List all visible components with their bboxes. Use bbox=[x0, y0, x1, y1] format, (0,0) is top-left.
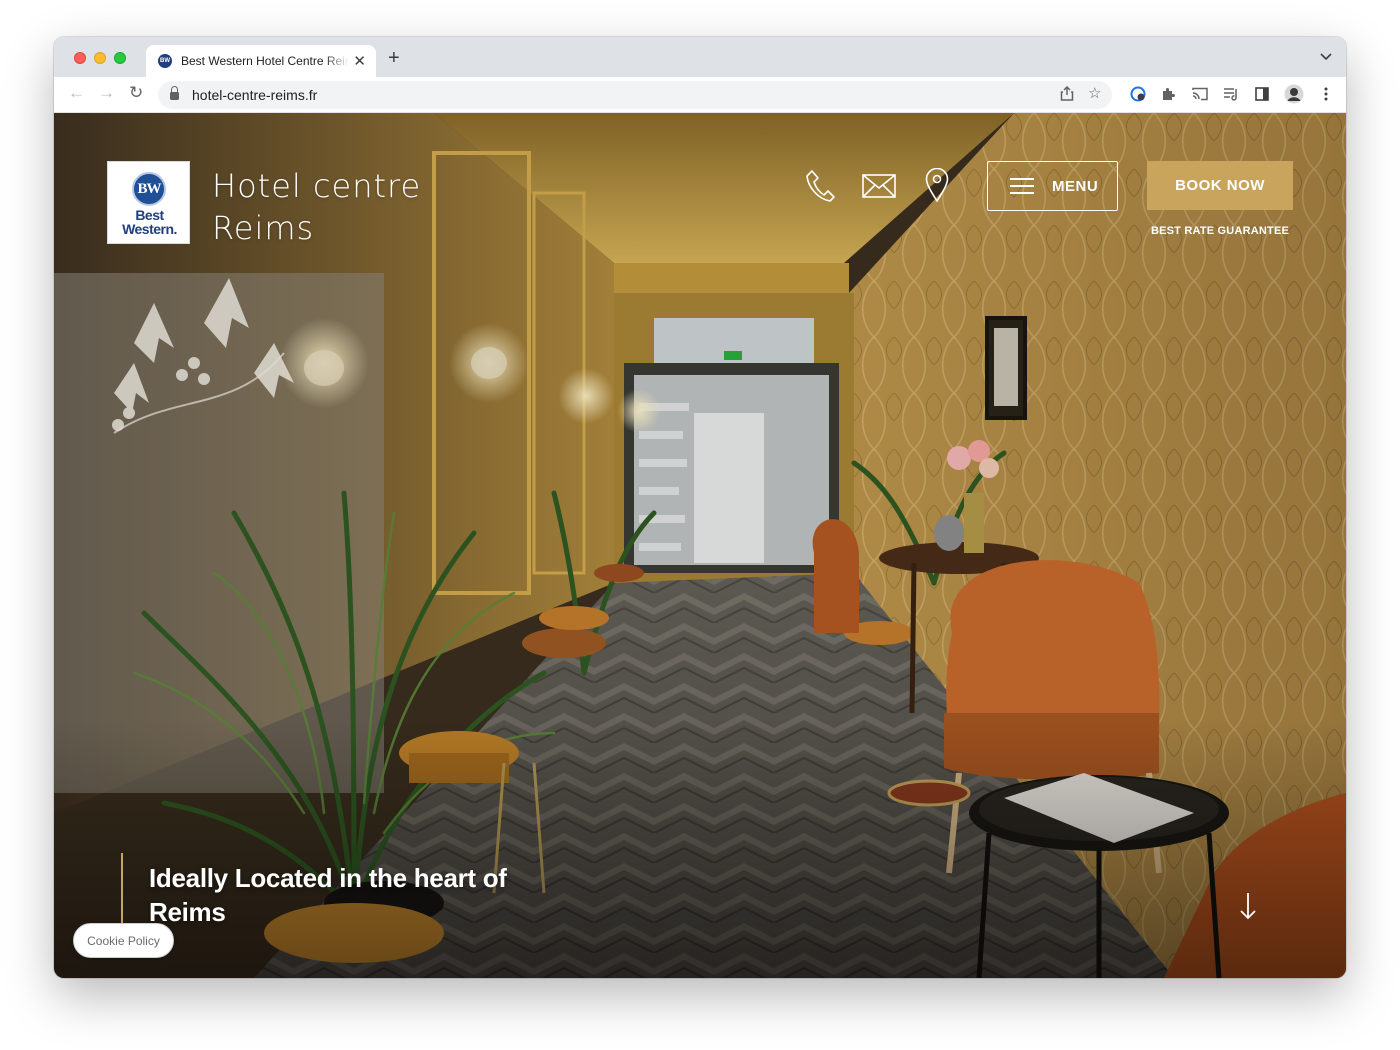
cookie-policy-button[interactable]: Cookie Policy bbox=[73, 923, 174, 958]
reload-icon[interactable]: ↻ bbox=[129, 84, 143, 101]
browser-window: BW Best Western Hotel Centre Reims ✕ + ←… bbox=[54, 37, 1346, 978]
tab-title: Best Western Hotel Centre Reims bbox=[181, 54, 350, 68]
window-maximize-button[interactable] bbox=[114, 52, 126, 64]
cast-icon[interactable] bbox=[1192, 86, 1208, 102]
url-text[interactable]: hotel-centre-reims.fr bbox=[192, 87, 317, 103]
map-pin-icon[interactable] bbox=[925, 167, 949, 207]
media-queue-icon[interactable] bbox=[1223, 86, 1239, 102]
tab-strip: BW Best Western Hotel Centre Reims ✕ + bbox=[54, 37, 1346, 77]
tab-search-chevron-icon[interactable] bbox=[1320, 50, 1332, 64]
menu-label: MENU bbox=[1052, 177, 1099, 195]
hotel-homepage: BW Best Western. Hotel centre Reims MENU bbox=[54, 113, 1346, 978]
best-western-logo[interactable]: BW Best Western. bbox=[107, 161, 190, 244]
extensions-puzzle-icon[interactable] bbox=[1161, 86, 1177, 102]
bw-badge: BW bbox=[132, 172, 166, 206]
phone-icon[interactable] bbox=[804, 169, 836, 208]
hamburger-icon bbox=[1010, 177, 1034, 195]
share-icon[interactable] bbox=[1060, 85, 1074, 104]
logo-wordmark: Best Western. bbox=[122, 207, 177, 237]
forward-arrow-icon[interactable]: → bbox=[98, 84, 115, 101]
side-panel-icon[interactable] bbox=[1254, 86, 1270, 102]
window-minimize-button[interactable] bbox=[94, 52, 106, 64]
browser-tab[interactable]: BW Best Western Hotel Centre Reims ✕ bbox=[146, 45, 376, 77]
hotel-brand-name[interactable]: Hotel centre Reims bbox=[212, 165, 421, 249]
extension-meter-icon[interactable] bbox=[1130, 86, 1146, 102]
email-envelope-icon[interactable] bbox=[862, 174, 896, 203]
back-arrow-icon[interactable]: ← bbox=[68, 84, 85, 101]
lock-icon[interactable] bbox=[170, 86, 179, 100]
favicon-icon: BW bbox=[158, 54, 172, 68]
new-tab-button[interactable]: + bbox=[388, 48, 400, 68]
book-now-button[interactable]: BOOK NOW bbox=[1147, 161, 1293, 210]
browser-toolbar: ← → ↻ hotel-centre-reims.fr ☆ bbox=[54, 77, 1346, 113]
window-close-button[interactable] bbox=[74, 52, 86, 64]
best-rate-guarantee[interactable]: BEST RATE GUARANTEE bbox=[1147, 225, 1293, 237]
bookmark-star-icon[interactable]: ☆ bbox=[1088, 86, 1101, 101]
address-bar[interactable]: hotel-centre-reims.fr ☆ bbox=[158, 81, 1112, 109]
scroll-down-arrow-icon[interactable] bbox=[1238, 891, 1258, 926]
hero-tagline: Ideally Located in the heart of Reims bbox=[149, 863, 507, 927]
profile-avatar-icon[interactable] bbox=[1284, 84, 1304, 104]
brand-line-2: Reims bbox=[212, 209, 315, 247]
kebab-menu-icon[interactable] bbox=[1318, 86, 1334, 102]
tab-close-icon[interactable]: ✕ bbox=[353, 54, 366, 69]
menu-button[interactable]: MENU bbox=[987, 161, 1118, 211]
brand-line-1: Hotel centre bbox=[212, 167, 422, 205]
